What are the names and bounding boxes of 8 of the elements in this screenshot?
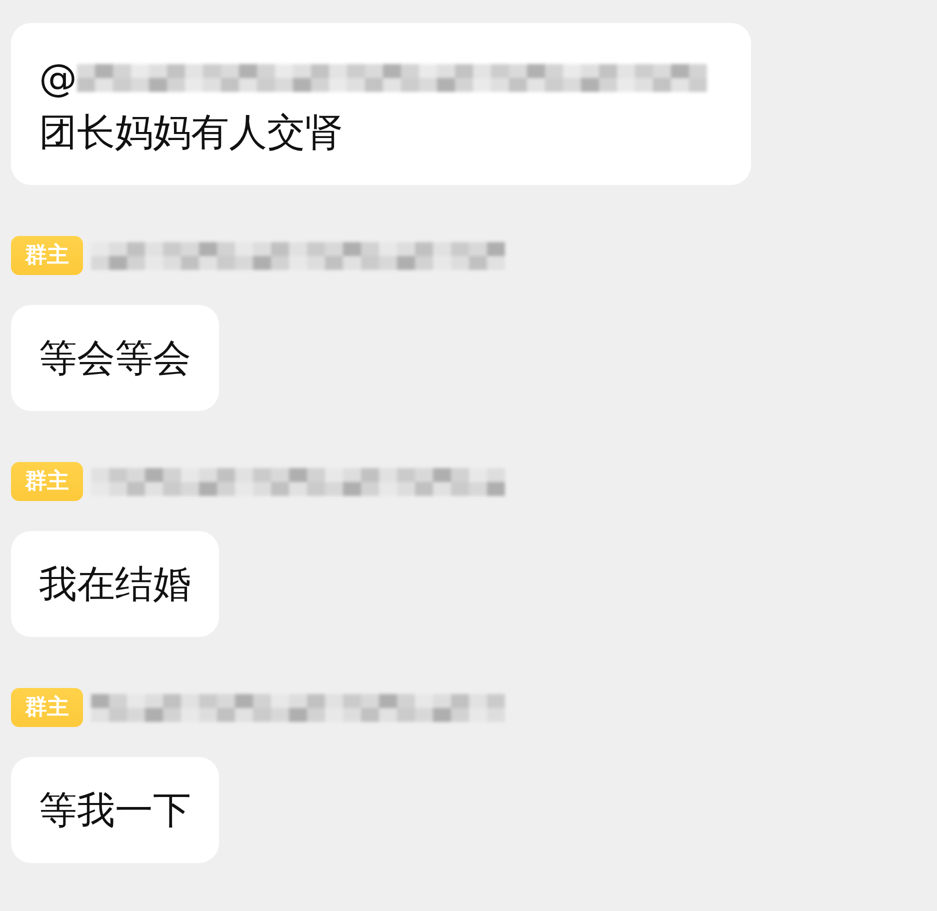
group-owner-badge: 群主 bbox=[11, 236, 83, 275]
mention-symbol: @ bbox=[39, 55, 77, 102]
message-text: 我在结婚 bbox=[39, 562, 191, 606]
group-owner-badge: 群主 bbox=[11, 462, 83, 501]
message-text: 团长妈妈有人交肾 bbox=[39, 109, 344, 156]
message-text: 等我一下 bbox=[39, 788, 191, 832]
message-text: 等会等会 bbox=[39, 336, 191, 380]
group-owner-badge: 群主 bbox=[11, 688, 83, 727]
